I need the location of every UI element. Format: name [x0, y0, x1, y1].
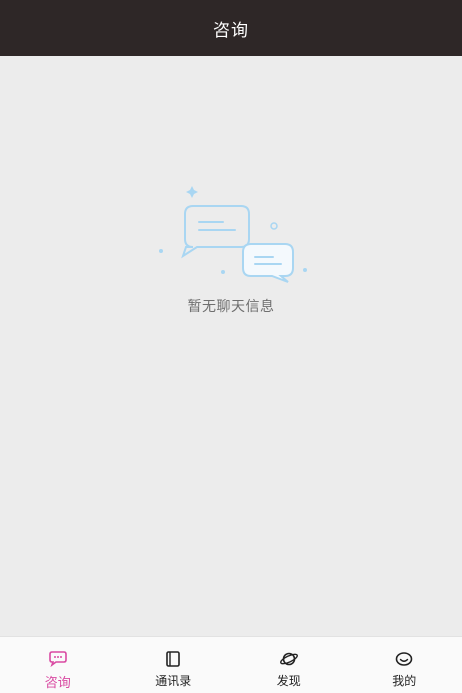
address-book-icon — [163, 649, 183, 669]
page-title: 咨询 — [213, 16, 249, 41]
top-bar: 咨询 — [0, 0, 462, 56]
tab-label-contacts: 通讯录 — [155, 672, 191, 689]
empty-state-text: 暂无聊天信息 — [0, 296, 462, 316]
tab-discover[interactable]: 发现 — [231, 637, 347, 693]
tab-contacts[interactable]: 通讯录 — [116, 637, 232, 693]
chat-bubbles-icon — [155, 184, 311, 284]
planet-icon — [279, 649, 299, 669]
chat-bubble-icon — [48, 649, 68, 669]
tab-label-consult: 咨询 — [45, 672, 71, 691]
tab-label-mine: 我的 — [392, 672, 416, 689]
tab-label-discover: 发现 — [277, 672, 301, 689]
tab-mine[interactable]: 我的 — [347, 637, 462, 693]
chat-list-area: 暂无聊天信息 — [0, 56, 462, 636]
bottom-tab-bar: 咨询 通讯录 发现 我的 — [0, 636, 462, 693]
tab-consult[interactable]: 咨询 — [0, 637, 116, 693]
profile-face-icon — [394, 649, 414, 669]
